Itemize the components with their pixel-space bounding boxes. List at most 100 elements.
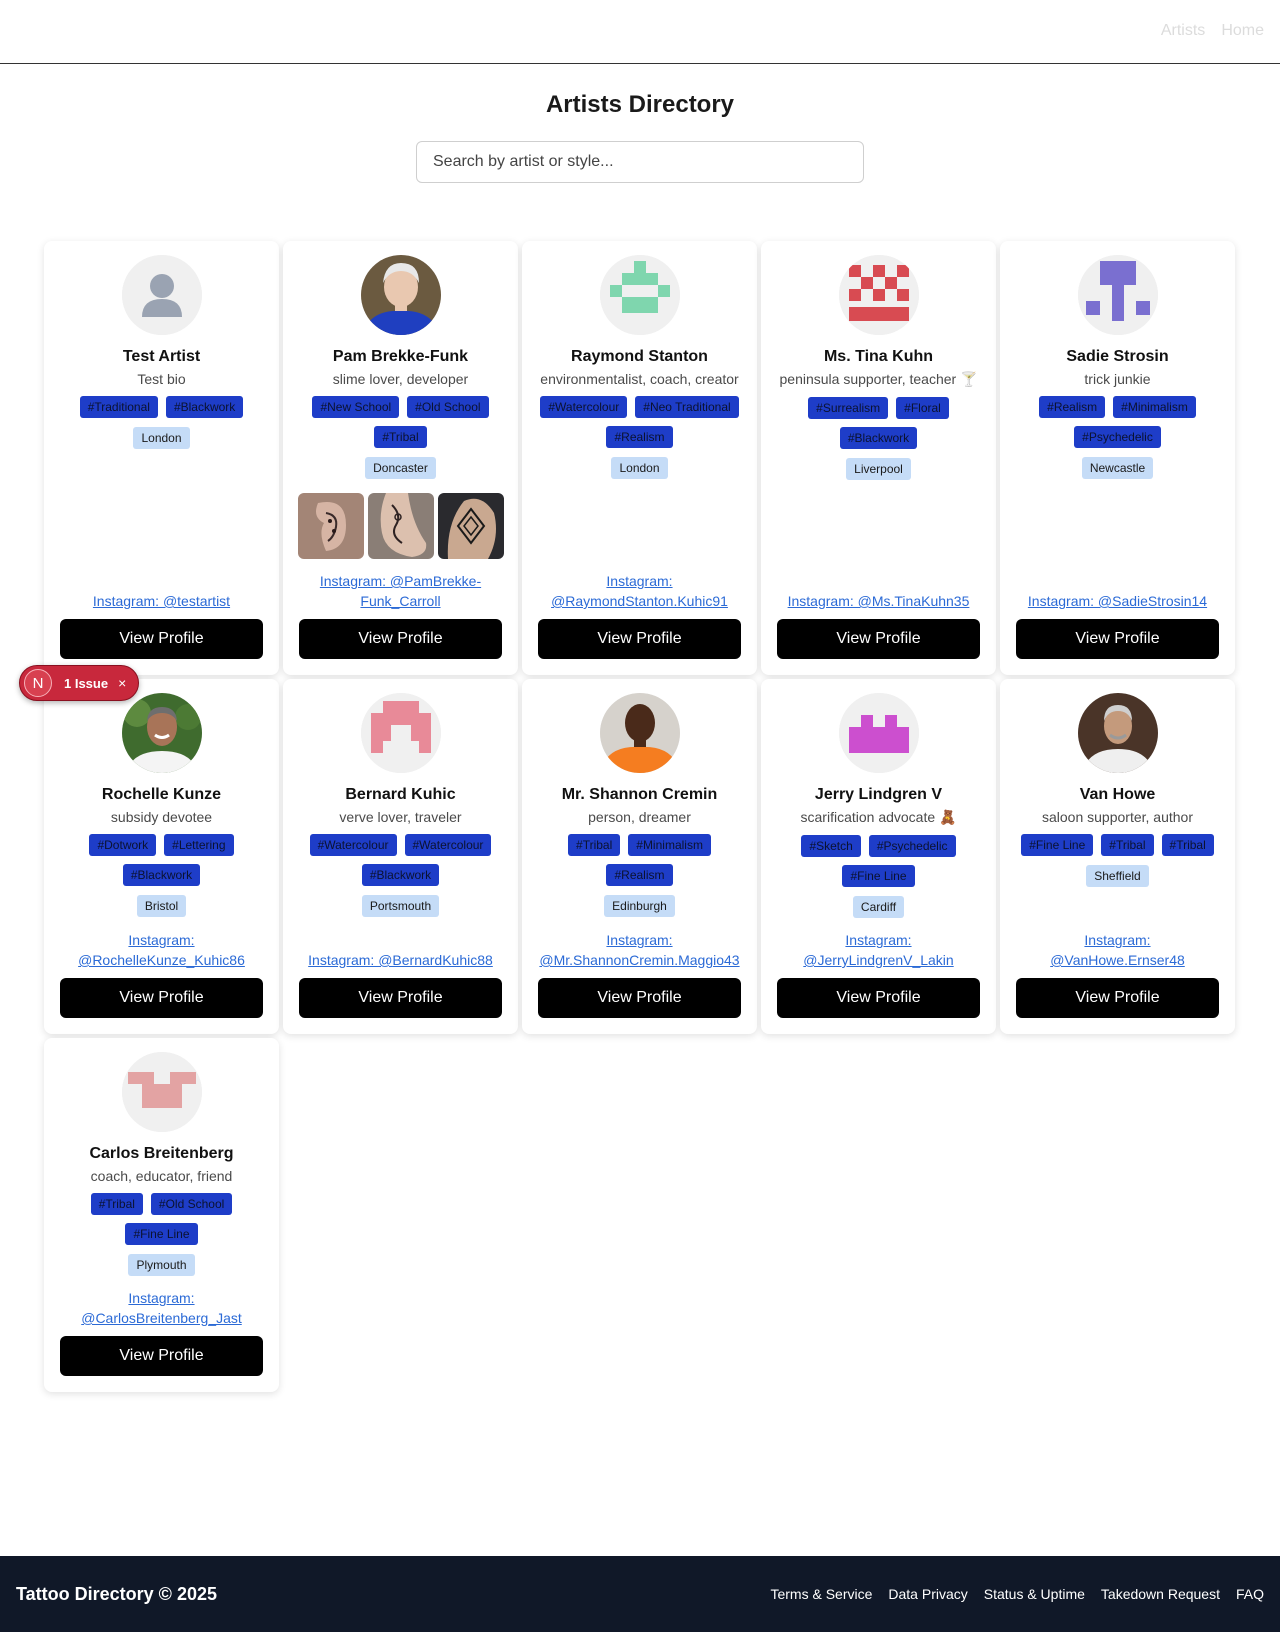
view-profile-button[interactable]: View Profile — [538, 619, 741, 659]
style-tag[interactable]: #Psychedelic — [868, 835, 956, 857]
view-profile-button[interactable]: View Profile — [777, 978, 980, 1018]
style-tag[interactable]: #Psychedelic — [1074, 426, 1161, 448]
nav-link-artists[interactable]: Artists — [1161, 22, 1205, 40]
instagram-link[interactable]: Instagram: @Mr.ShannonCremin.Maggio43 — [538, 930, 741, 970]
foot-tattoo-photo[interactable] — [367, 493, 434, 559]
location-badge: Bristol — [136, 895, 187, 917]
style-tag[interactable]: #Dotwork — [89, 834, 157, 856]
instagram-link[interactable]: Instagram: @Ms.TinaKuhn35 — [788, 591, 970, 611]
view-profile-button[interactable]: View Profile — [60, 619, 263, 659]
style-tag[interactable]: #Minimalism — [628, 834, 711, 856]
footer-link-takedown[interactable]: Takedown Request — [1101, 1586, 1220, 1602]
footer-link-terms[interactable]: Terms & Service — [770, 1586, 872, 1602]
instagram-link[interactable]: Instagram: @SadieStrosin14 — [1028, 591, 1207, 611]
style-tag[interactable]: #Realism — [606, 426, 673, 448]
artist-bio: coach, educator, friend — [90, 1168, 233, 1184]
nav-link-home[interactable]: Home — [1221, 22, 1264, 40]
close-icon[interactable]: × — [118, 675, 126, 691]
artist-card: Bernard Kuhic verve lover, traveler #Water… — [283, 679, 518, 1034]
issues-badge[interactable]: N 1 Issue × — [19, 665, 139, 701]
instagram-link[interactable]: Instagram: @RaymondStanton.Kuhic91 — [538, 571, 741, 611]
artist-name: Van Howe — [1079, 786, 1156, 803]
style-tag[interactable]: #Minimalism — [1113, 396, 1196, 418]
location-badge: Liverpool — [846, 458, 911, 480]
view-profile-button[interactable]: View Profile — [60, 978, 263, 1018]
instagram-link[interactable]: Instagram: @VanHowe.Ernser48 — [1016, 930, 1219, 970]
style-tag[interactable]: #Tribal — [374, 426, 427, 448]
view-profile-button[interactable]: View Profile — [538, 978, 741, 1018]
instagram-link[interactable]: Instagram: @testartist — [93, 591, 230, 611]
artist-name: Ms. Tina Kuhn — [823, 348, 934, 365]
style-tag[interactable]: #Watercolour — [540, 396, 628, 418]
style-tag[interactable]: #New School — [312, 396, 400, 418]
style-tag[interactable]: #Lettering — [164, 834, 234, 856]
instagram-link[interactable]: Instagram: @CarlosBreitenberg_Jast — [60, 1288, 263, 1328]
style-tag-list: #Traditional #Blackwork — [79, 396, 244, 418]
style-tag[interactable]: #Surrealism — [808, 397, 889, 419]
footer: Tattoo Directory © 2025 Terms & Service … — [0, 1556, 1280, 1632]
style-tag[interactable]: #Watercolour — [309, 834, 397, 856]
view-profile-button[interactable]: View Profile — [299, 978, 502, 1018]
instagram-link[interactable]: Instagram: @JerryLindgrenV_Lakin — [777, 930, 980, 970]
artist-avatar — [360, 693, 441, 773]
location-badge: London — [133, 427, 190, 449]
ear-tattoo-photo[interactable] — [297, 493, 364, 559]
style-tag[interactable]: #Watercolour — [404, 834, 492, 856]
style-tag[interactable]: #Tribal — [1101, 834, 1154, 856]
style-tag[interactable]: #Tribal — [90, 1193, 143, 1215]
artist-card: Carlos Breitenberg coach, educator, frien… — [44, 1038, 279, 1392]
style-tag[interactable]: #Traditional — [79, 396, 158, 418]
location-badge: Doncaster — [365, 457, 436, 479]
view-profile-button[interactable]: View Profile — [1016, 619, 1219, 659]
style-tag[interactable]: #Blackwork — [122, 864, 201, 886]
view-profile-button[interactable]: View Profile — [299, 619, 502, 659]
style-tag[interactable]: #Blackwork — [839, 427, 918, 449]
artist-card: Mr. Shannon Cremin person, dreamer #Tribal… — [522, 679, 757, 1034]
style-tag[interactable]: #Old School — [407, 396, 489, 418]
style-tag[interactable]: #Blackwork — [361, 864, 440, 886]
artist-name: Pam Brekke-Funk — [332, 348, 469, 365]
style-tag[interactable]: #Fine Line — [842, 865, 915, 887]
location-badge: Sheffield — [1086, 865, 1149, 887]
artist-bio: verve lover, traveler — [339, 809, 462, 825]
view-profile-button[interactable]: View Profile — [777, 619, 980, 659]
footer-brand: Tattoo Directory © 2025 — [16, 1583, 217, 1604]
artist-bio: slime lover, developer — [332, 371, 469, 387]
style-tag[interactable]: #Sketch — [801, 835, 861, 857]
style-tag[interactable]: #Tribal — [568, 834, 621, 856]
search-input[interactable] — [416, 141, 864, 183]
artist-avatar — [360, 255, 441, 335]
artist-avatar — [121, 255, 202, 335]
style-tag[interactable]: #Neo Traditional — [635, 396, 739, 418]
footer-link-faq[interactable]: FAQ — [1236, 1586, 1264, 1602]
artist-card: Sadie Strosin trick junkie #Realism #Minima… — [1000, 241, 1235, 675]
style-tag-list: #Sketch #Psychedelic #Fine Line — [777, 835, 980, 887]
instagram-link[interactable]: Instagram: @BernardKuhic88 — [308, 950, 493, 970]
artist-avatar — [121, 1052, 202, 1132]
artist-name: Carlos Breitenberg — [89, 1145, 234, 1162]
footer-link-privacy[interactable]: Data Privacy — [888, 1586, 967, 1602]
hand-tattoo-photo[interactable] — [437, 493, 504, 559]
style-tag-list: #Dotwork #Lettering #Blackwork — [60, 834, 263, 886]
style-tag[interactable]: #Floral — [896, 397, 949, 419]
style-tag[interactable]: #Tribal — [1161, 834, 1214, 856]
style-tag[interactable]: #Realism — [1039, 396, 1106, 418]
footer-link-status[interactable]: Status & Uptime — [984, 1586, 1085, 1602]
instagram-link[interactable]: Instagram: @RochelleKunze_Kuhic86 — [60, 930, 263, 970]
style-tag[interactable]: #Fine Line — [1021, 834, 1094, 856]
style-tag[interactable]: #Old School — [150, 1193, 233, 1215]
style-tag[interactable]: #Fine Line — [125, 1223, 198, 1245]
artist-name: Raymond Stanton — [571, 348, 708, 365]
artist-avatar — [599, 255, 680, 335]
style-tag[interactable]: #Blackwork — [165, 396, 244, 418]
view-profile-button[interactable]: View Profile — [1016, 978, 1219, 1018]
artist-name: Bernard Kuhic — [345, 786, 456, 803]
style-tag[interactable]: #Realism — [606, 864, 673, 886]
style-tag-list: #Tribal #Old School #Fine Line — [60, 1193, 263, 1245]
style-tag-list: #Tribal #Minimalism #Realism — [538, 834, 741, 886]
artist-card: Rochelle Kunze subsidy devotee #Dotwork #Le… — [44, 679, 279, 1034]
instagram-link[interactable]: Instagram: @PamBrekke-Funk_Carroll — [299, 571, 502, 611]
artist-card: Jerry Lindgren V scarification advocate 🧸… — [761, 679, 996, 1034]
view-profile-button[interactable]: View Profile — [60, 1336, 263, 1376]
artist-bio: environmentalist, coach, creator — [540, 371, 739, 387]
